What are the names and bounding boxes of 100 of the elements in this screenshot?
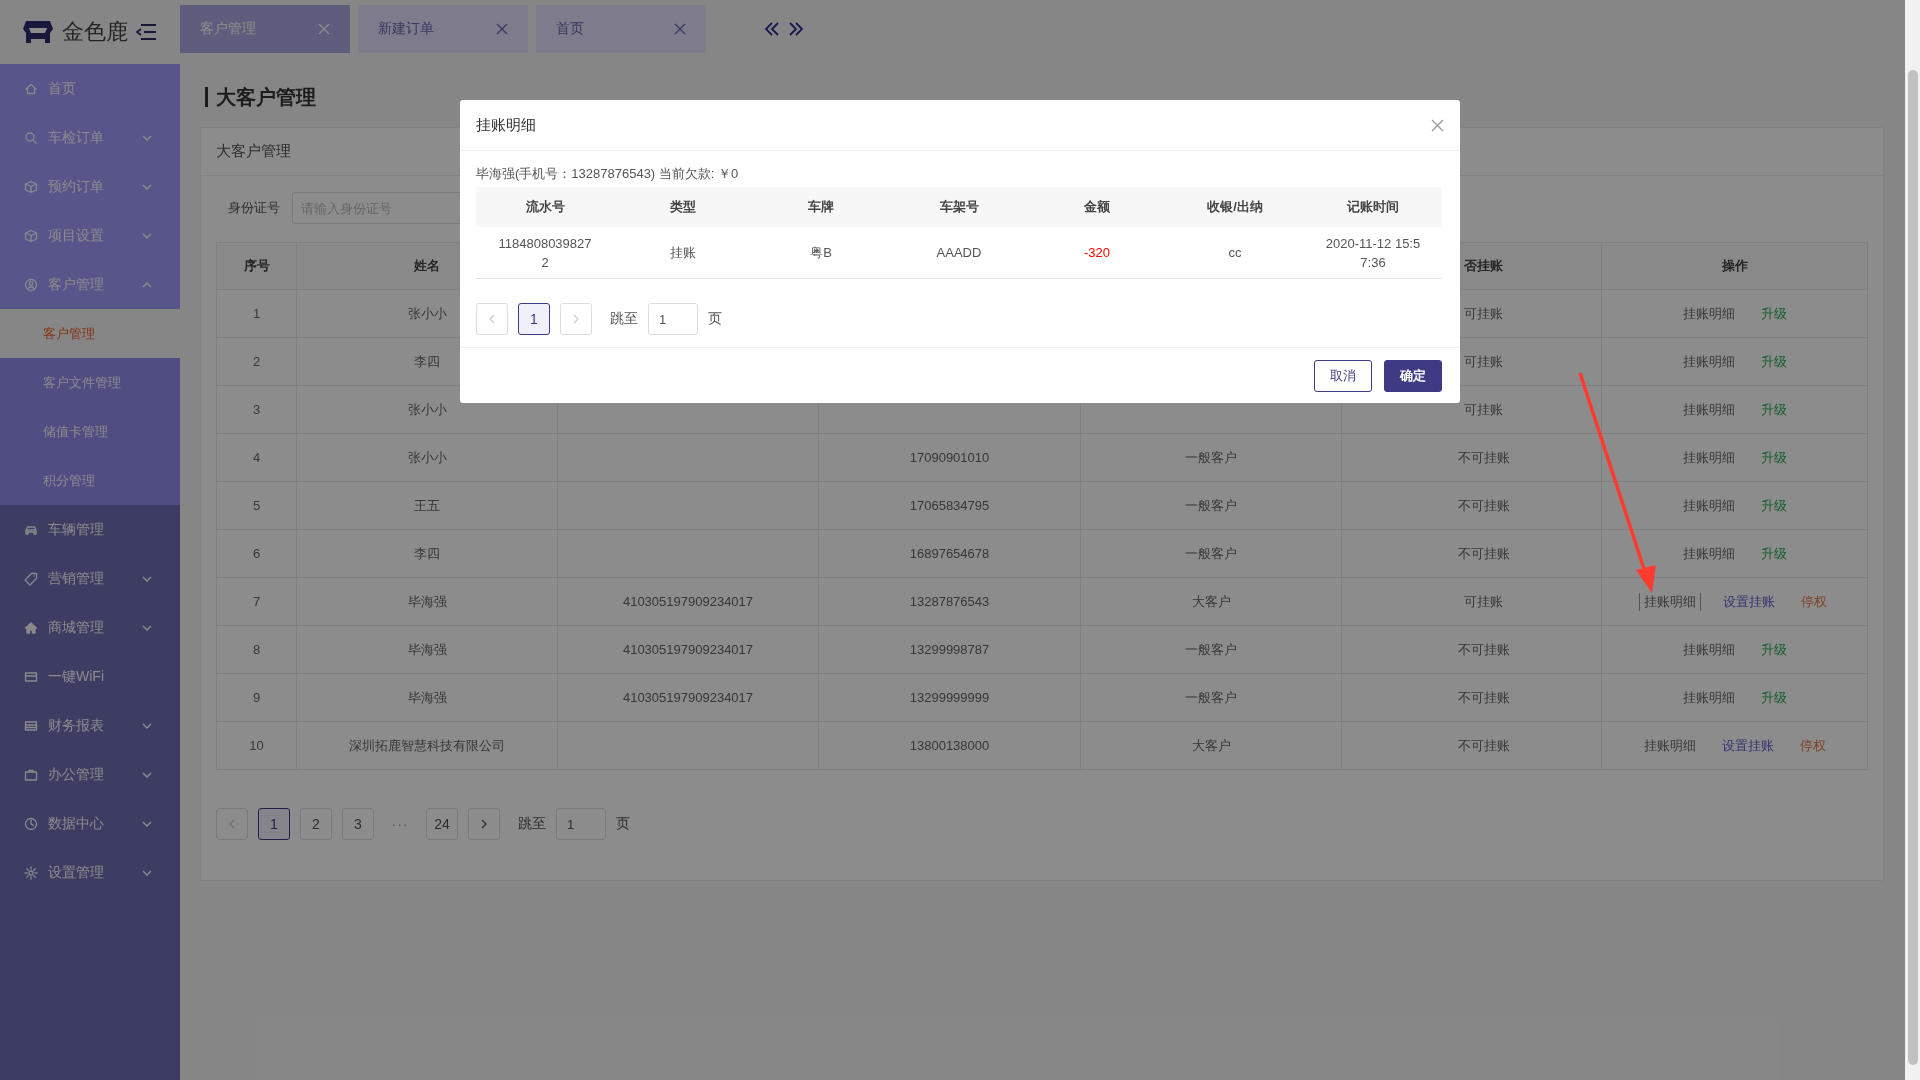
table-cell: 毕海强 [296, 625, 558, 674]
page-button[interactable]: 1 [258, 808, 290, 840]
confirm-button[interactable]: 确定 [1384, 359, 1442, 392]
header-cell: 收银/出纳 [1166, 187, 1304, 227]
table-cell: 不可挂账 [1341, 673, 1602, 722]
table-cell: 1 [216, 289, 297, 338]
sidebar-item[interactable]: 营销管理 [0, 554, 180, 603]
table-cell: 8 [216, 625, 297, 674]
table-cell: 9 [216, 673, 297, 722]
action-link[interactable]: 升级 [1756, 688, 1791, 707]
clock-icon [24, 816, 38, 831]
scrollbar[interactable] [1905, 0, 1920, 1080]
sidebar-item[interactable]: 数据中心 [0, 799, 180, 848]
header-cell: 流水号 [476, 187, 614, 227]
action-link[interactable]: 升级 [1756, 304, 1791, 323]
table-cell: 大客户 [1080, 577, 1342, 626]
action-link[interactable]: 挂账明细 [1678, 688, 1739, 707]
chevron-right-icon [573, 314, 579, 324]
sidebar-item[interactable]: 车辆管理 [0, 505, 180, 554]
table-cell: 16897654678 [818, 529, 1081, 578]
next-page-button[interactable] [468, 808, 500, 840]
action-link[interactable]: 挂账明细 [1678, 640, 1739, 659]
tab[interactable]: 新建订单 [358, 5, 528, 53]
gear-icon [24, 865, 38, 880]
table-cell: 410305197909234017 [557, 673, 819, 722]
action-link[interactable]: 升级 [1756, 640, 1791, 659]
action-link[interactable]: 停权 [1796, 592, 1831, 611]
table-cell: 深圳拓鹿智慧科技有限公司 [296, 721, 558, 770]
page-button[interactable]: 3 [342, 808, 374, 840]
table-cell: 17065834795 [818, 481, 1081, 530]
table-cell: 大客户 [1080, 721, 1342, 770]
table-cell: 17090901010 [818, 433, 1081, 482]
table-cell: 4 [216, 433, 297, 482]
table-cell: 5 [216, 481, 297, 530]
action-link[interactable]: 升级 [1756, 496, 1791, 515]
page-button[interactable]: 2 [300, 808, 332, 840]
submenu-item[interactable]: 客户管理 [0, 309, 180, 358]
table-cell: 410305197909234017 [557, 625, 819, 674]
field-label: 身份证号 [228, 199, 280, 217]
close-icon[interactable] [674, 23, 686, 35]
sidebar-item[interactable]: 财务报表 [0, 701, 180, 750]
action-link[interactable]: 挂账明细 [1678, 352, 1739, 371]
close-icon[interactable] [1431, 118, 1444, 132]
table-cell: 挂账 [614, 227, 752, 279]
sidebar-item[interactable]: 设置管理 [0, 848, 180, 897]
cancel-button[interactable]: 取消 [1314, 359, 1372, 392]
card-icon [24, 669, 38, 684]
tab[interactable]: 首页 [536, 5, 706, 53]
page-unit: 页 [708, 310, 722, 328]
page-input[interactable]: 1 [556, 808, 606, 840]
chevron-right-icon [481, 819, 487, 829]
car-logo-icon [20, 19, 56, 45]
page-button[interactable]: 1 [518, 303, 550, 335]
header-cell: 操作 [1601, 242, 1868, 290]
action-link[interactable]: 升级 [1756, 352, 1791, 371]
page-title: 大客户管理 [205, 87, 316, 107]
sidebar-item[interactable]: 商城管理 [0, 603, 180, 652]
action-link[interactable]: 设置挂账 [1718, 592, 1779, 611]
double-chevron-left-icon[interactable] [764, 21, 780, 37]
search-icon [24, 130, 38, 145]
page-input[interactable]: 1 [648, 303, 698, 335]
app-name: 金色鹿 [62, 18, 128, 46]
header-cell: 车牌 [752, 187, 890, 227]
card-icon [24, 718, 38, 733]
action-link[interactable]: 挂账明细 [1678, 448, 1739, 467]
jump-label: 跳至 [518, 815, 546, 833]
action-link[interactable]: 挂账明细 [1678, 400, 1739, 419]
table-cell: 2020-11-12 15:57:36 [1304, 227, 1442, 279]
page-button[interactable]: 24 [426, 808, 458, 840]
action-link[interactable]: 挂账明细 [1638, 592, 1701, 611]
table-cell: 13299999999 [818, 673, 1081, 722]
table-cell: 毕海强 [296, 577, 558, 626]
tag-icon [24, 571, 38, 586]
table-cell: 可挂账 [1341, 577, 1602, 626]
action-link[interactable]: 挂账明细 [1678, 496, 1739, 515]
action-link[interactable]: 升级 [1756, 400, 1791, 419]
action-link[interactable]: 挂账明细 [1678, 544, 1739, 563]
chevron-left-icon [229, 819, 235, 829]
jump-label: 跳至 [610, 310, 638, 328]
action-link[interactable]: 设置挂账 [1717, 736, 1778, 755]
table-cell: 6 [216, 529, 297, 578]
action-link[interactable]: 挂账明细 [1639, 736, 1700, 755]
header-cell: 序号 [216, 242, 297, 290]
briefcase-icon [24, 767, 38, 782]
sidebar-item[interactable]: 一键WiFi [0, 652, 180, 701]
action-link[interactable]: 停权 [1795, 736, 1830, 755]
ellipsis: ··· [390, 816, 410, 832]
close-icon[interactable] [496, 23, 508, 35]
sidebar-item[interactable]: 办公管理 [0, 750, 180, 799]
action-link[interactable]: 升级 [1756, 448, 1791, 467]
menu-icon[interactable] [134, 22, 158, 42]
double-chevron-right-icon[interactable] [788, 21, 804, 37]
cube-icon [24, 179, 38, 194]
action-link[interactable]: 挂账明细 [1678, 304, 1739, 323]
table-cell: 张小小 [296, 433, 558, 482]
table-cell: 13299998787 [818, 625, 1081, 674]
action-link[interactable]: 升级 [1756, 544, 1791, 563]
table-cell: 不可挂账 [1341, 529, 1602, 578]
table-cell: 不可挂账 [1341, 625, 1602, 674]
table-cell: 不可挂账 [1341, 721, 1602, 770]
